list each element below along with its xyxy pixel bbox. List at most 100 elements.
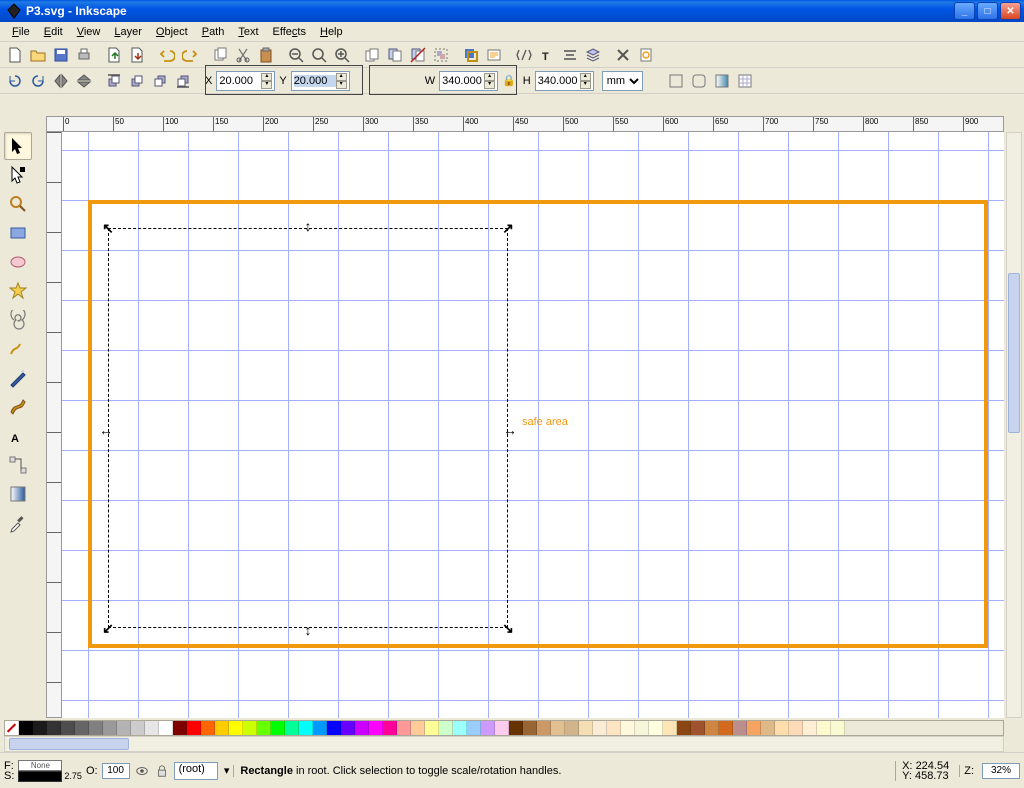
swatch[interactable] [75, 721, 89, 735]
swatch[interactable] [719, 721, 733, 735]
menu-path[interactable]: Path [196, 24, 231, 40]
swatch[interactable] [467, 721, 481, 735]
lock-icon[interactable]: 🔒 [499, 74, 519, 87]
y-input[interactable]: ▴▾ [291, 71, 350, 91]
menu-layer[interactable]: Layer [108, 24, 148, 40]
swatch[interactable] [285, 721, 299, 735]
swatch[interactable] [761, 721, 775, 735]
undo-icon[interactable] [156, 44, 178, 66]
scale-corners-icon[interactable] [688, 70, 710, 92]
swatch[interactable] [187, 721, 201, 735]
group-icon[interactable] [430, 44, 452, 66]
swatch[interactable] [159, 721, 173, 735]
rotate-cw-icon[interactable] [27, 70, 49, 92]
w-input[interactable]: ▴▾ [439, 71, 498, 91]
swatch[interactable] [523, 721, 537, 735]
swatch[interactable] [369, 721, 383, 735]
swatch[interactable] [607, 721, 621, 735]
lower-to-bottom-icon[interactable] [172, 70, 194, 92]
stroke-swatch[interactable] [18, 771, 62, 782]
duplicate-icon[interactable] [361, 44, 383, 66]
swatch[interactable] [439, 721, 453, 735]
text-tool-icon[interactable]: T [536, 44, 558, 66]
swatch[interactable] [649, 721, 663, 735]
menu-edit[interactable]: Edit [38, 24, 69, 40]
menu-object[interactable]: Object [150, 24, 194, 40]
swatch[interactable] [453, 721, 467, 735]
handle-nw[interactable]: ↖ [102, 222, 114, 234]
swatch[interactable] [271, 721, 285, 735]
swatch[interactable] [747, 721, 761, 735]
swatch[interactable] [593, 721, 607, 735]
swatch[interactable] [89, 721, 103, 735]
move-patterns-icon[interactable] [734, 70, 756, 92]
handle-sw[interactable]: ↙ [102, 622, 114, 634]
swatch[interactable] [733, 721, 747, 735]
object-properties-icon[interactable] [483, 44, 505, 66]
swatch[interactable] [551, 721, 565, 735]
swatch[interactable] [803, 721, 817, 735]
vertical-scrollbar[interactable] [1006, 132, 1022, 718]
swatch[interactable] [215, 721, 229, 735]
menu-text[interactable]: Text [232, 24, 264, 40]
zoom-input[interactable] [982, 763, 1020, 779]
swatch[interactable] [537, 721, 551, 735]
swatch[interactable] [775, 721, 789, 735]
redo-icon[interactable] [179, 44, 201, 66]
handle-w[interactable]: ↔ [100, 424, 112, 436]
h-input[interactable]: ▴▾ [535, 71, 594, 91]
star-tool[interactable] [4, 277, 32, 305]
zoom-out-icon[interactable] [285, 44, 307, 66]
zoom-tool[interactable] [4, 190, 32, 218]
layers-icon[interactable] [582, 44, 604, 66]
swatch[interactable] [397, 721, 411, 735]
handle-n[interactable]: ↕ [302, 220, 314, 232]
swatch[interactable] [313, 721, 327, 735]
swatch[interactable] [47, 721, 61, 735]
calligraphy-tool[interactable] [4, 393, 32, 421]
swatch[interactable] [691, 721, 705, 735]
swatch[interactable] [131, 721, 145, 735]
swatch[interactable] [411, 721, 425, 735]
minimize-button[interactable]: _ [954, 2, 975, 20]
gradient-tool[interactable] [4, 480, 32, 508]
swatch[interactable] [817, 721, 831, 735]
swatch[interactable] [257, 721, 271, 735]
flip-h-icon[interactable] [50, 70, 72, 92]
cut-icon[interactable] [232, 44, 254, 66]
swatch[interactable] [103, 721, 117, 735]
move-gradients-icon[interactable] [711, 70, 733, 92]
swatch[interactable] [425, 721, 439, 735]
canvas[interactable]: ↖ ↕ ↗ ↔ ↔ ↙ ↕ ↘ safe area [62, 132, 1004, 718]
import-icon[interactable] [103, 44, 125, 66]
swatch[interactable] [61, 721, 75, 735]
swatch[interactable] [509, 721, 523, 735]
rectangle-tool[interactable] [4, 219, 32, 247]
swatch[interactable] [173, 721, 187, 735]
align-icon[interactable] [559, 44, 581, 66]
swatch[interactable] [495, 721, 509, 735]
new-icon[interactable] [4, 44, 26, 66]
copy-icon[interactable] [209, 44, 231, 66]
xml-editor-icon[interactable] [513, 44, 535, 66]
handle-e[interactable]: ↔ [504, 424, 516, 436]
document-properties-icon[interactable] [635, 44, 657, 66]
menu-view[interactable]: View [71, 24, 107, 40]
handle-se[interactable]: ↘ [502, 622, 514, 634]
layer-visibility-icon[interactable] [134, 763, 150, 779]
raise-to-top-icon[interactable] [103, 70, 125, 92]
pencil-tool[interactable] [4, 335, 32, 363]
scale-stroke-icon[interactable] [665, 70, 687, 92]
zoom-in-icon[interactable] [331, 44, 353, 66]
raise-icon[interactable] [126, 70, 148, 92]
swatch[interactable] [635, 721, 649, 735]
unlink-clone-icon[interactable] [407, 44, 429, 66]
export-icon[interactable] [126, 44, 148, 66]
swatch[interactable] [355, 721, 369, 735]
save-icon[interactable] [50, 44, 72, 66]
rotate-ccw-icon[interactable] [4, 70, 26, 92]
flip-v-icon[interactable] [73, 70, 95, 92]
swatch[interactable] [677, 721, 691, 735]
swatch[interactable] [229, 721, 243, 735]
units-dropdown[interactable]: mm [602, 71, 643, 91]
